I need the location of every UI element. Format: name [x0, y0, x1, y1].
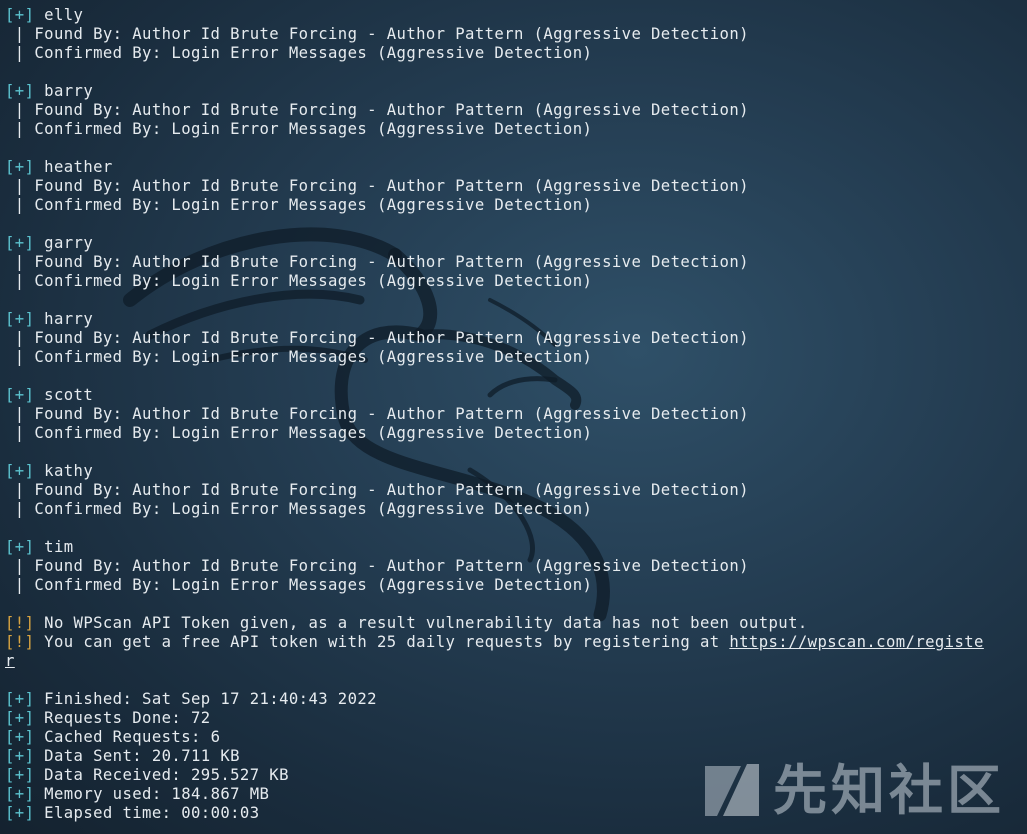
xianzhi-logo-icon: [705, 764, 759, 816]
found-by-line: | Found By: Author Id Brute Forcing - Au…: [5, 405, 1022, 424]
username: garry: [44, 234, 94, 252]
summary-line-cached-requests: [+] Cached Requests: 6: [5, 728, 1022, 747]
summary-memory-used: Memory used: 184.867 MB: [34, 785, 270, 803]
found-by-line: | Found By: Author Id Brute Forcing - Au…: [5, 101, 1022, 120]
found-by-line: | Found By: Author Id Brute Forcing - Au…: [5, 253, 1022, 272]
summary-elapsed-time: Elapsed time: 00:00:03: [34, 804, 260, 822]
found-by-line: | Found By: Author Id Brute Forcing - Au…: [5, 481, 1022, 500]
found-by-line: | Found By: Author Id Brute Forcing - Au…: [5, 557, 1022, 576]
confirmed-by-line: | Confirmed By: Login Error Messages (Ag…: [5, 500, 1022, 519]
confirmed-by-line: | Confirmed By: Login Error Messages (Ag…: [5, 576, 1022, 595]
summary-finished: Finished: Sat Sep 17 21:40:43 2022: [34, 690, 377, 708]
found-by-text: | Found By: Author Id Brute Forcing - Au…: [5, 481, 749, 499]
warning-tag: [!]: [5, 614, 35, 632]
confirmed-by-line: | Confirmed By: Login Error Messages (Ag…: [5, 196, 1022, 215]
username: harry: [44, 310, 94, 328]
warning-line-wrap: r: [5, 652, 1022, 671]
user-entry-header: [+] tim: [5, 538, 1022, 557]
user-entry-header: [+] elly: [5, 6, 1022, 25]
success-tag: [+]: [5, 728, 35, 746]
found-by-text: | Found By: Author Id Brute Forcing - Au…: [5, 557, 749, 575]
watermark: 先知社区: [701, 758, 1005, 824]
confirmed-by-text: | Confirmed By: Login Error Messages (Ag…: [5, 196, 593, 214]
username: heather: [44, 158, 113, 176]
found-by-text: | Found By: Author Id Brute Forcing - Au…: [5, 329, 749, 347]
username: elly: [44, 6, 84, 24]
success-tag: [+]: [5, 766, 35, 784]
warning-text: No WPScan API Token given, as a result v…: [34, 614, 808, 632]
confirmed-by-text: | Confirmed By: Login Error Messages (Ag…: [5, 44, 593, 62]
found-by-line: | Found By: Author Id Brute Forcing - Au…: [5, 329, 1022, 348]
summary-requests-done: Requests Done: 72: [34, 709, 211, 727]
found-by-text: | Found By: Author Id Brute Forcing - Au…: [5, 101, 749, 119]
username: kathy: [44, 462, 94, 480]
warning-line: [!] You can get a free API token with 25…: [5, 633, 1022, 652]
confirmed-by-text: | Confirmed By: Login Error Messages (Ag…: [5, 576, 593, 594]
username: barry: [44, 82, 94, 100]
success-tag: [+]: [5, 462, 35, 480]
success-tag: [+]: [5, 386, 35, 404]
warning-line: [!] No WPScan API Token given, as a resu…: [5, 614, 1022, 633]
registration-link-wrap[interactable]: r: [5, 652, 15, 670]
success-tag: [+]: [5, 785, 35, 803]
username: scott: [44, 386, 94, 404]
confirmed-by-text: | Confirmed By: Login Error Messages (Ag…: [5, 424, 593, 442]
registration-link[interactable]: https://wpscan.com/registe: [729, 633, 984, 651]
summary-data-received: Data Received: 295.527 KB: [34, 766, 289, 784]
confirmed-by-text: | Confirmed By: Login Error Messages (Ag…: [5, 348, 593, 366]
success-tag: [+]: [5, 234, 35, 252]
found-by-line: | Found By: Author Id Brute Forcing - Au…: [5, 177, 1022, 196]
watermark-text: 先知社区: [773, 759, 1005, 822]
success-tag: [+]: [5, 6, 35, 24]
success-tag: [+]: [5, 538, 35, 556]
success-tag: [+]: [5, 310, 35, 328]
found-by-text: | Found By: Author Id Brute Forcing - Au…: [5, 177, 749, 195]
found-by-text: | Found By: Author Id Brute Forcing - Au…: [5, 253, 749, 271]
confirmed-by-line: | Confirmed By: Login Error Messages (Ag…: [5, 424, 1022, 443]
user-entry-header: [+] barry: [5, 82, 1022, 101]
confirmed-by-line: | Confirmed By: Login Error Messages (Ag…: [5, 120, 1022, 139]
confirmed-by-text: | Confirmed By: Login Error Messages (Ag…: [5, 272, 593, 290]
warning-tag: [!]: [5, 633, 35, 651]
found-by-text: | Found By: Author Id Brute Forcing - Au…: [5, 25, 749, 43]
confirmed-by-text: | Confirmed By: Login Error Messages (Ag…: [5, 500, 593, 518]
confirmed-by-line: | Confirmed By: Login Error Messages (Ag…: [5, 348, 1022, 367]
summary-data-sent: Data Sent: 20.711 KB: [34, 747, 240, 765]
warning-text: You can get a free API token with 25 dai…: [34, 633, 730, 651]
success-tag: [+]: [5, 158, 35, 176]
user-entry-header: [+] harry: [5, 310, 1022, 329]
terminal-output: [+] elly | Found By: Author Id Brute For…: [5, 6, 1022, 823]
confirmed-by-line: | Confirmed By: Login Error Messages (Ag…: [5, 272, 1022, 291]
success-tag: [+]: [5, 709, 35, 727]
summary-line-finished: [+] Finished: Sat Sep 17 21:40:43 2022: [5, 690, 1022, 709]
found-by-line: | Found By: Author Id Brute Forcing - Au…: [5, 25, 1022, 44]
success-tag: [+]: [5, 82, 35, 100]
summary-line-requests-done: [+] Requests Done: 72: [5, 709, 1022, 728]
summary-cached-requests: Cached Requests: 6: [34, 728, 221, 746]
success-tag: [+]: [5, 804, 35, 822]
confirmed-by-line: | Confirmed By: Login Error Messages (Ag…: [5, 44, 1022, 63]
username: tim: [44, 538, 74, 556]
found-by-text: | Found By: Author Id Brute Forcing - Au…: [5, 405, 749, 423]
success-tag: [+]: [5, 690, 35, 708]
user-entry-header: [+] garry: [5, 234, 1022, 253]
success-tag: [+]: [5, 747, 35, 765]
user-entry-header: [+] heather: [5, 158, 1022, 177]
user-entry-header: [+] scott: [5, 386, 1022, 405]
user-entry-header: [+] kathy: [5, 462, 1022, 481]
confirmed-by-text: | Confirmed By: Login Error Messages (Ag…: [5, 120, 593, 138]
